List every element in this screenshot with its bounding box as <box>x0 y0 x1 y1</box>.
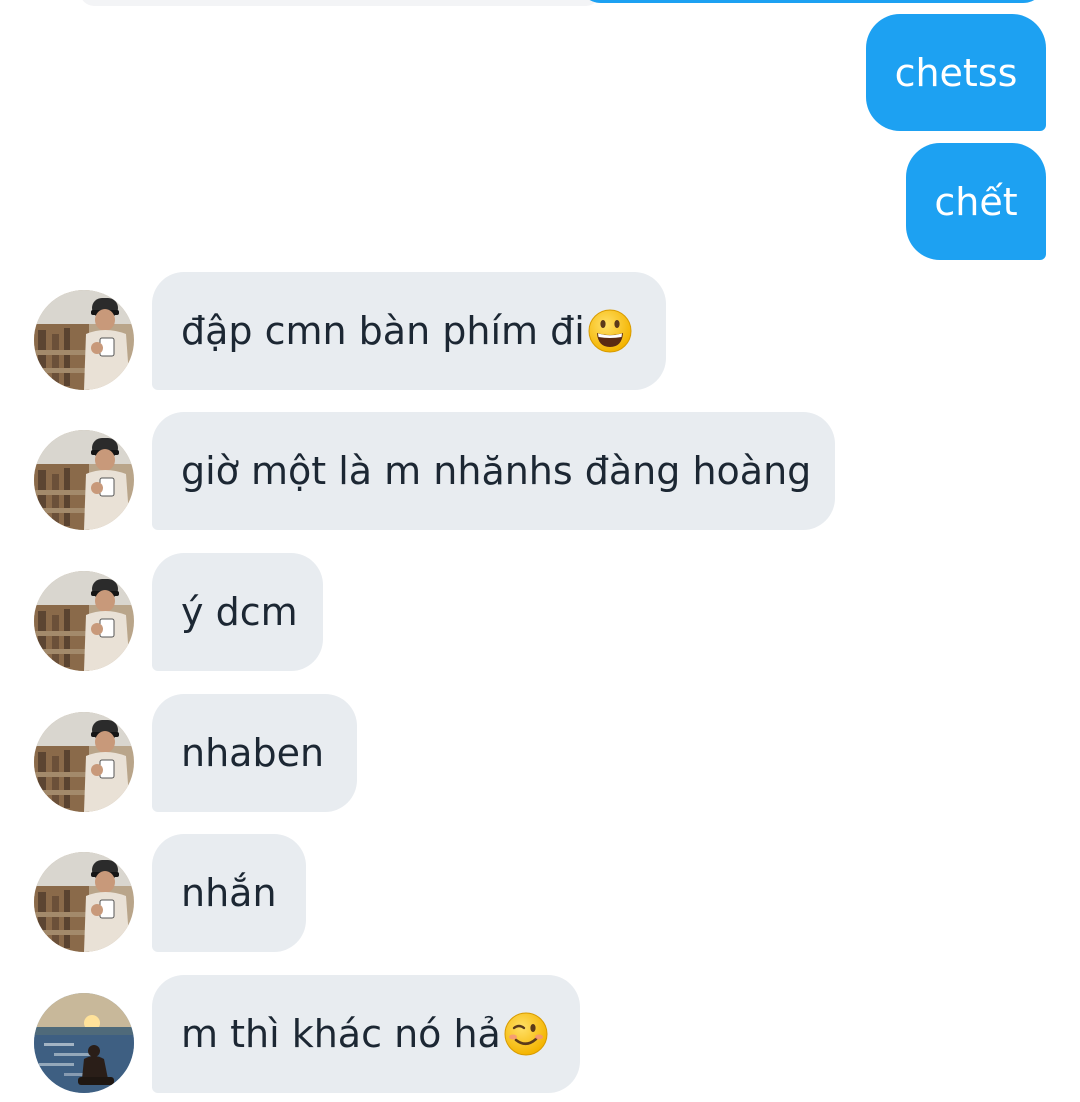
message-text: nhắn <box>181 871 277 915</box>
message-text: chetss <box>894 50 1018 95</box>
incoming-message-bubble[interactable]: giờ một là m nhănhs đàng hoàng <box>152 412 835 530</box>
incoming-message-bubble[interactable]: đập cmn bàn phím đi <box>152 272 666 390</box>
message-text: chết <box>934 179 1018 224</box>
sender-avatar[interactable] <box>34 993 134 1093</box>
message-text: đập cmn bàn phím đi <box>181 309 585 353</box>
message-text: giờ một là m nhănhs đàng hoàng <box>181 449 812 493</box>
incoming-message-bubble[interactable]: nhaben <box>152 694 357 812</box>
previous-outgoing-message-edge <box>578 0 1046 3</box>
sender-avatar[interactable] <box>34 712 134 812</box>
sender-avatar[interactable] <box>34 430 134 530</box>
outgoing-message-bubble[interactable]: chetss <box>866 14 1046 131</box>
message-text: ý dcm <box>181 590 298 634</box>
outgoing-message-bubble[interactable]: chết <box>906 143 1046 260</box>
message-text: nhaben <box>181 731 325 775</box>
incoming-message-bubble[interactable]: ý dcm <box>152 553 323 671</box>
previous-incoming-message-edge <box>80 0 600 6</box>
sender-avatar[interactable] <box>34 571 134 671</box>
winking-face-emoji-icon <box>503 1011 549 1057</box>
incoming-message-bubble[interactable]: m thì khác nó hả <box>152 975 580 1093</box>
sender-avatar[interactable] <box>34 290 134 390</box>
sender-avatar[interactable] <box>34 852 134 952</box>
incoming-message-bubble[interactable]: nhắn <box>152 834 306 952</box>
message-text: m thì khác nó hả <box>181 1012 501 1056</box>
grinning-face-emoji-icon <box>587 308 633 354</box>
